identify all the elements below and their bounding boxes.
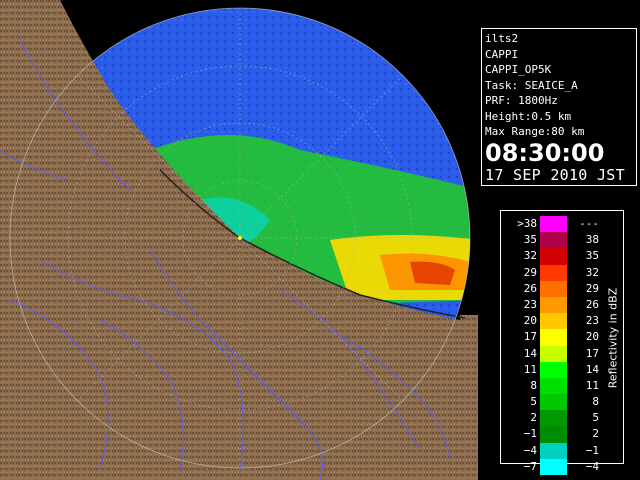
legend-lower-bound: 17 — [523, 330, 537, 344]
legend-swatch — [540, 442, 567, 459]
legend-lower-bound: −7 — [523, 459, 537, 473]
legend-swatch — [540, 232, 567, 249]
radar-display: ilts2 CAPPI CAPPI_OP5K Task: SEAICE_A PR… — [0, 0, 640, 480]
legend-row: 32 35 — [507, 248, 603, 265]
scan-time: 08:30:00 — [485, 138, 605, 167]
legend-upper-bound: 8 — [592, 395, 599, 409]
legend-row: 14 17 — [507, 345, 603, 362]
legend-upper-bound: --- — [579, 217, 599, 230]
scan-date: 17 SEP 2010 JST — [485, 165, 625, 184]
legend-lower-bound: −1 — [523, 427, 537, 441]
legend-row: 58 — [507, 394, 603, 411]
legend-row: 17 20 — [507, 329, 603, 346]
task: Task: SEAICE_A — [485, 78, 578, 92]
legend-lower-bound: 26 — [523, 281, 537, 295]
legend-upper-bound: 26 — [585, 297, 599, 311]
info-panel: ilts2 CAPPI CAPPI_OP5K Task: SEAICE_A PR… — [481, 28, 637, 186]
max-range: Max Range:80 km — [485, 125, 585, 138]
legend-upper-bound: 14 — [585, 362, 599, 376]
legend-swatch — [540, 329, 567, 346]
legend-lower-bound: 20 — [523, 314, 537, 328]
legend-lower-bound: 14 — [523, 346, 537, 360]
legend-upper-bound: 29 — [585, 281, 599, 295]
legend-title-box: Reflectivity in dBZ — [605, 211, 621, 465]
legend-upper-bound: 35 — [585, 249, 599, 263]
legend-lower-bound: 35 — [523, 233, 537, 247]
legend-row: 25 — [507, 410, 603, 427]
legend-swatch — [540, 394, 567, 411]
legend-lower-bound: 5 — [530, 395, 537, 409]
product-name: CAPPI_OP5K — [485, 63, 552, 76]
legend-swatch — [540, 248, 567, 265]
legend-row: 11 14 — [507, 361, 603, 378]
prf: PRF: 1800Hz — [485, 94, 558, 107]
legend-row: 29 32 — [507, 264, 603, 281]
legend-swatch — [540, 264, 567, 281]
legend-row: −4 −1 — [507, 442, 603, 459]
legend-upper-bound: 5 — [592, 411, 599, 425]
legend-upper-bound: 17 — [585, 346, 599, 360]
legend-upper-bound: −1 — [585, 443, 599, 457]
legend-swatch — [540, 296, 567, 314]
legend-swatch — [540, 345, 567, 362]
legend-upper-bound: 2 — [592, 427, 599, 441]
height: Height:0.5 km — [485, 109, 572, 123]
legend-row: 26 29 — [507, 280, 603, 297]
legend-upper-bound: −4 — [585, 459, 599, 473]
legend-swatch — [540, 377, 567, 395]
legend-swatch — [540, 458, 567, 475]
legend-row: 20 23 — [507, 313, 603, 330]
legend-swatch — [540, 426, 567, 443]
legend-lower-bound: 32 — [523, 249, 537, 263]
radar-site-marker — [238, 236, 242, 240]
legend-lower-bound: 23 — [523, 297, 537, 311]
legend-upper-bound: 23 — [585, 314, 599, 328]
legend-swatch — [540, 361, 567, 378]
legend-lower-bound: 2 — [530, 411, 537, 425]
legend-title: Reflectivity in dBZ — [606, 287, 620, 389]
legend-lower-bound: −4 — [523, 443, 537, 457]
legend-upper-bound: 11 — [585, 378, 599, 392]
legend-swatch — [540, 280, 567, 297]
legend-row: 23 26 — [507, 296, 603, 314]
legend-row: 8 11 — [507, 377, 603, 395]
reflectivity-legend: >38 --- 35 38 32 35 29 32 26 29 23 26 20 23 17 20 14 17 11… — [500, 210, 624, 475]
legend-swatch — [540, 216, 567, 233]
product-type: CAPPI — [485, 47, 519, 61]
legend-upper-bound: 38 — [585, 233, 599, 247]
legend-upper-bound: 32 — [585, 265, 599, 279]
legend-rows: >38 --- 35 38 32 35 29 32 26 29 23 26 20 23 17 20 14 17 11… — [507, 216, 603, 475]
legend-swatch — [540, 410, 567, 427]
legend-upper-bound: 20 — [585, 330, 599, 344]
legend-swatch — [540, 313, 567, 330]
legend-lower-bound: 8 — [530, 378, 537, 392]
legend-lower-bound: >38 — [517, 217, 537, 230]
legend-row: −7 −4 — [507, 458, 603, 475]
radar-name: ilts2 — [485, 32, 519, 45]
legend-row: −1 2 — [507, 426, 603, 443]
legend-row: >38 --- — [507, 216, 603, 233]
legend-row: 35 38 — [507, 232, 603, 249]
legend-lower-bound: 11 — [523, 362, 537, 376]
legend-lower-bound: 29 — [523, 265, 537, 279]
